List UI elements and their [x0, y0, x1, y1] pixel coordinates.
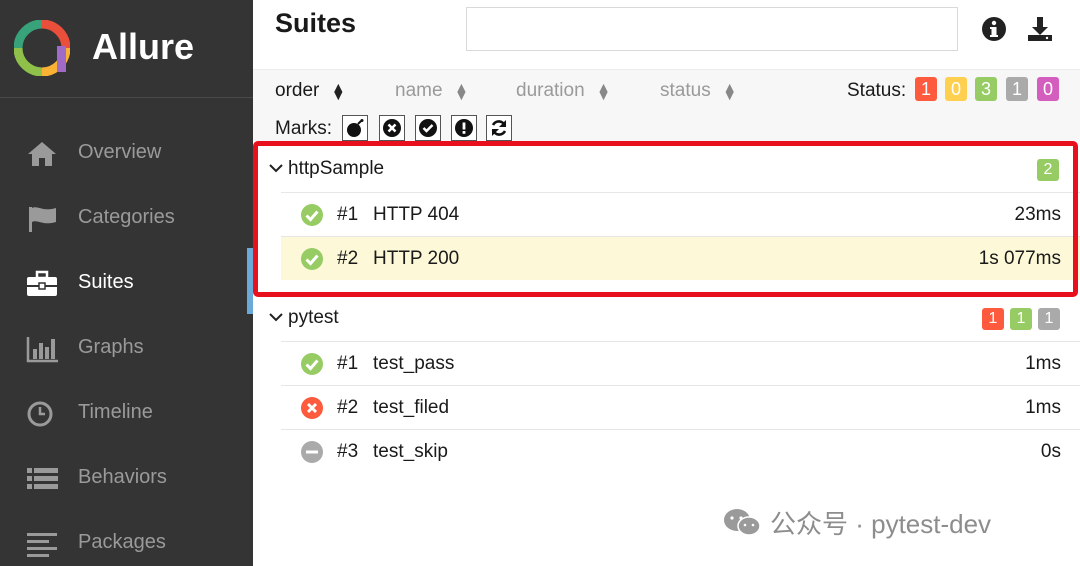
status-skipped-toggle[interactable]: 1	[1006, 77, 1028, 101]
chevron-down-icon	[269, 164, 283, 173]
sidebar-item-categories[interactable]: Categories	[0, 193, 253, 243]
passed-status-icon	[301, 248, 323, 270]
sidebar-item-label: Suites	[78, 271, 134, 293]
passed-status-icon	[301, 353, 323, 375]
sidebar-item-timeline[interactable]: Timeline	[0, 388, 253, 438]
brand[interactable]: Allure	[0, 0, 253, 98]
sort-arrows-icon: ▲ ▼	[454, 79, 469, 103]
suite-count-failed: 1	[982, 308, 1004, 330]
mark-new-failed-button[interactable]	[379, 115, 405, 141]
briefcase-icon	[27, 270, 57, 296]
status-failed-toggle[interactable]: 1	[915, 77, 937, 101]
sidebar-item-label: Overview	[78, 141, 162, 163]
test-duration: 23ms	[1014, 204, 1061, 225]
chevron-down-icon	[269, 313, 283, 322]
exclamation-circle-icon	[455, 119, 473, 137]
sidebar-item-graphs[interactable]: Graphs	[0, 323, 253, 373]
bomb-icon	[347, 119, 364, 137]
failed-status-icon	[301, 397, 323, 419]
test-number: #3	[337, 441, 359, 462]
suite-count-skipped: 1	[1038, 308, 1060, 330]
refresh-icon	[491, 120, 507, 136]
sidebar-item-packages[interactable]: Packages	[0, 518, 253, 566]
status-unknown-toggle[interactable]: 0	[1037, 77, 1059, 101]
test-name: test_skip	[373, 441, 448, 462]
test-number: #2	[337, 248, 359, 269]
sort-status[interactable]: status ▲ ▼	[660, 80, 737, 102]
app-title: Allure	[92, 26, 195, 67]
suite-name: pytest	[288, 307, 339, 328]
mark-new-broken-button[interactable]	[451, 115, 477, 141]
sort-arrows-icon: ▲ ▼	[331, 79, 346, 103]
sidebar-item-label: Graphs	[78, 336, 144, 358]
toolbar: order ▲ ▼ name ▲ ▼ duration ▲ ▼ status ▲ ▼ Statu…	[253, 69, 1080, 141]
sidebar-item-label: Timeline	[78, 401, 153, 423]
test-duration: 1ms	[1025, 397, 1061, 418]
mark-retries-button[interactable]	[486, 115, 512, 141]
sort-duration[interactable]: duration ▲ ▼	[516, 80, 611, 102]
watermark: 公众号 · pytest-dev	[722, 504, 991, 541]
check-circle-icon	[419, 119, 437, 137]
search-input[interactable]	[466, 7, 958, 51]
sort-order[interactable]: order ▲ ▼	[275, 80, 345, 102]
mark-new-passed-button[interactable]	[415, 115, 441, 141]
clock-icon	[27, 401, 53, 427]
test-row[interactable]: #2 test_filed 1ms	[281, 385, 1080, 429]
sort-arrows-icon: ▲ ▼	[722, 79, 737, 103]
sidebar: Allure Overview Categories Suites Graphs…	[0, 0, 253, 566]
sort-duration-label: duration	[516, 80, 585, 101]
download-icon[interactable]	[1027, 16, 1053, 42]
sort-arrows-icon: ▲ ▼	[596, 79, 611, 103]
flag-icon	[29, 207, 56, 232]
x-circle-icon	[383, 119, 401, 137]
sort-order-label: order	[275, 80, 320, 101]
suite-group-httpsample[interactable]: httpSample 2	[253, 147, 1080, 191]
test-duration: 1ms	[1025, 353, 1061, 374]
test-name: test_pass	[373, 353, 455, 374]
test-number: #2	[337, 397, 359, 418]
watermark-text: 公众号 · pytest-dev	[770, 509, 992, 539]
suite-count-passed: 2	[1037, 159, 1059, 181]
status-passed-toggle[interactable]: 3	[975, 77, 997, 101]
suite-name: httpSample	[288, 158, 385, 179]
test-name: HTTP 404	[373, 204, 460, 225]
suite-count-passed: 1	[1010, 308, 1032, 330]
test-duration: 0s	[1040, 441, 1061, 462]
list-icon	[27, 468, 58, 489]
home-icon	[28, 142, 56, 166]
suite-group-pytest[interactable]: pytest 1 1 1	[253, 296, 1080, 340]
sidebar-item-suites[interactable]: Suites	[0, 248, 253, 314]
test-number: #1	[337, 204, 359, 225]
test-duration: 1s 077ms	[978, 248, 1061, 269]
status-broken-toggle[interactable]: 0	[945, 77, 967, 101]
sidebar-item-label: Behaviors	[78, 466, 167, 488]
sort-name-label: name	[395, 80, 443, 101]
wechat-icon	[724, 508, 761, 536]
test-name: test_filed	[373, 397, 450, 418]
sidebar-item-label: Categories	[78, 206, 175, 228]
test-name: HTTP 200	[373, 248, 460, 269]
sort-name[interactable]: name ▲ ▼	[395, 80, 468, 102]
main-pane: Suites order ▲ ▼ name ▲ ▼ duration ▲ ▼ status ▲…	[253, 0, 1080, 566]
sidebar-item-overview[interactable]: Overview	[0, 128, 253, 178]
bar-chart-icon	[26, 337, 58, 363]
marks-label: Marks:	[275, 118, 332, 139]
test-row[interactable]: #2 HTTP 200 1s 077ms	[281, 236, 1080, 280]
passed-status-icon	[301, 204, 323, 226]
test-row[interactable]: #1 test_pass 1ms	[281, 341, 1080, 385]
test-number: #1	[337, 353, 359, 374]
page-title: Suites	[275, 8, 357, 38]
skipped-status-icon	[301, 441, 323, 463]
allure-logo-icon	[14, 20, 70, 76]
align-left-icon	[27, 533, 57, 557]
sidebar-item-behaviors[interactable]: Behaviors	[0, 453, 253, 503]
test-row[interactable]: #3 test_skip 0s	[281, 429, 1080, 473]
sidebar-item-label: Packages	[78, 531, 166, 553]
status-label: Status:	[847, 80, 907, 101]
test-row[interactable]: #1 HTTP 404 23ms	[281, 192, 1080, 236]
sort-status-label: status	[660, 80, 711, 101]
mark-flaky-button[interactable]	[342, 115, 368, 141]
info-icon[interactable]	[981, 16, 1007, 42]
